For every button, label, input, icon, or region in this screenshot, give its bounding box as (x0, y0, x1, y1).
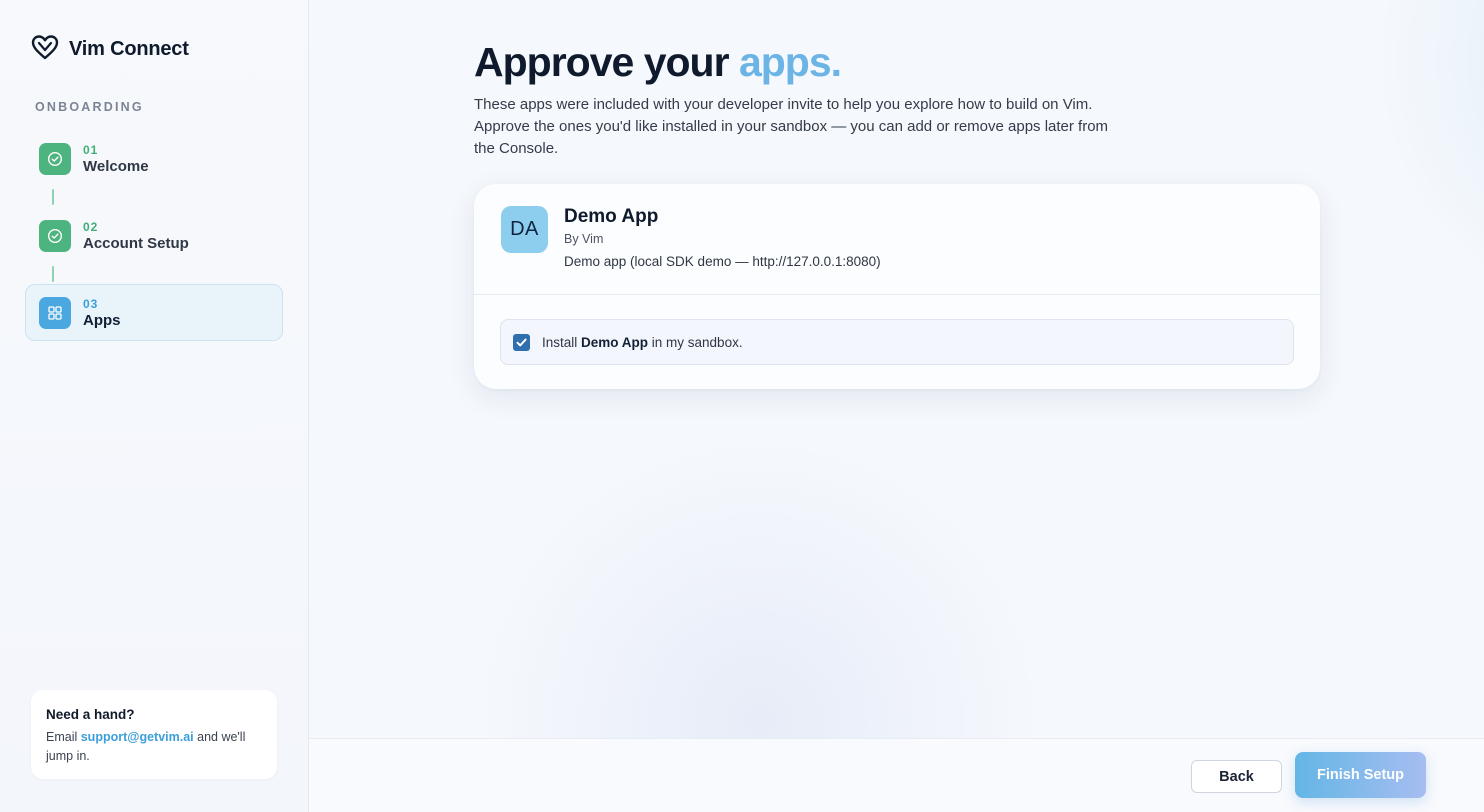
checkmark-icon (516, 338, 527, 346)
support-email-link[interactable]: support@getvim.ai (81, 730, 194, 744)
install-checkbox[interactable] (513, 333, 530, 351)
headline-prefix: Approve your (474, 39, 739, 85)
finish-setup-button[interactable]: Finish Setup (1295, 752, 1426, 798)
help-text: Email support@getvim.ai and we'll jump i… (46, 728, 262, 766)
install-label: Install Demo App in my sandbox. (542, 335, 743, 350)
app-avatar: DA (501, 206, 548, 253)
step-number: 02 (83, 219, 99, 234)
check-circle-icon (39, 142, 71, 175)
app-info: Demo App By Vim Demo app (local SDK demo… (564, 206, 881, 294)
step-list: 01 Welcome 02 Account Setup 03 Apps (25, 130, 283, 341)
brand-name: Vim Connect (69, 38, 189, 60)
step-title: Account Setup (83, 234, 189, 252)
step-title: Apps (83, 311, 121, 329)
headline-accent: apps. (738, 39, 842, 85)
app-name: Demo App (564, 206, 659, 227)
step-number: 03 (83, 296, 99, 311)
step-apps[interactable]: 03 Apps (25, 284, 283, 341)
app-description: Demo app (local SDK demo — http://127.0.… (564, 254, 881, 269)
install-prefix: Install (542, 334, 582, 350)
step-connector (52, 189, 54, 205)
sidebar: Vim Connect ONBOARDING 01 Welcome 02 Acc… (0, 0, 309, 812)
main-panel: Approve your apps. These apps were inclu… (309, 0, 1484, 812)
page-title: Approve your apps. (474, 40, 1320, 84)
help-prefix: Email (46, 730, 81, 744)
app-header: DA Demo App By Vim Demo app (local SDK d… (474, 184, 1320, 295)
footer-bar: Back Finish Setup (309, 738, 1484, 812)
grid-icon (39, 296, 71, 329)
page-subtitle: These apps were included with your devel… (474, 96, 1109, 157)
install-suffix: in my sandbox. (648, 334, 743, 350)
heart-logo-icon (30, 32, 60, 67)
step-number: 01 (83, 142, 99, 157)
content: Approve your apps. These apps were inclu… (474, 40, 1320, 389)
app-publisher: By Vim (564, 232, 604, 246)
back-button[interactable]: Back (1191, 760, 1282, 793)
step-connector (52, 266, 54, 282)
onboarding-app: Vim Connect ONBOARDING 01 Welcome 02 Acc… (0, 0, 1484, 812)
brand[interactable]: Vim Connect (30, 32, 189, 67)
help-card: Need a hand? Email support@getvim.ai and… (31, 690, 277, 779)
app-card: DA Demo App By Vim Demo app (local SDK d… (474, 184, 1320, 389)
step-account-setup[interactable]: 02 Account Setup (25, 207, 283, 264)
check-circle-icon (39, 219, 71, 252)
step-welcome[interactable]: 01 Welcome (25, 130, 283, 187)
help-title: Need a hand? (46, 707, 135, 722)
install-option[interactable]: Install Demo App in my sandbox. (500, 319, 1294, 365)
section-label: ONBOARDING (35, 100, 144, 114)
install-app-name: Demo App (581, 334, 649, 350)
step-title: Welcome (83, 157, 149, 175)
